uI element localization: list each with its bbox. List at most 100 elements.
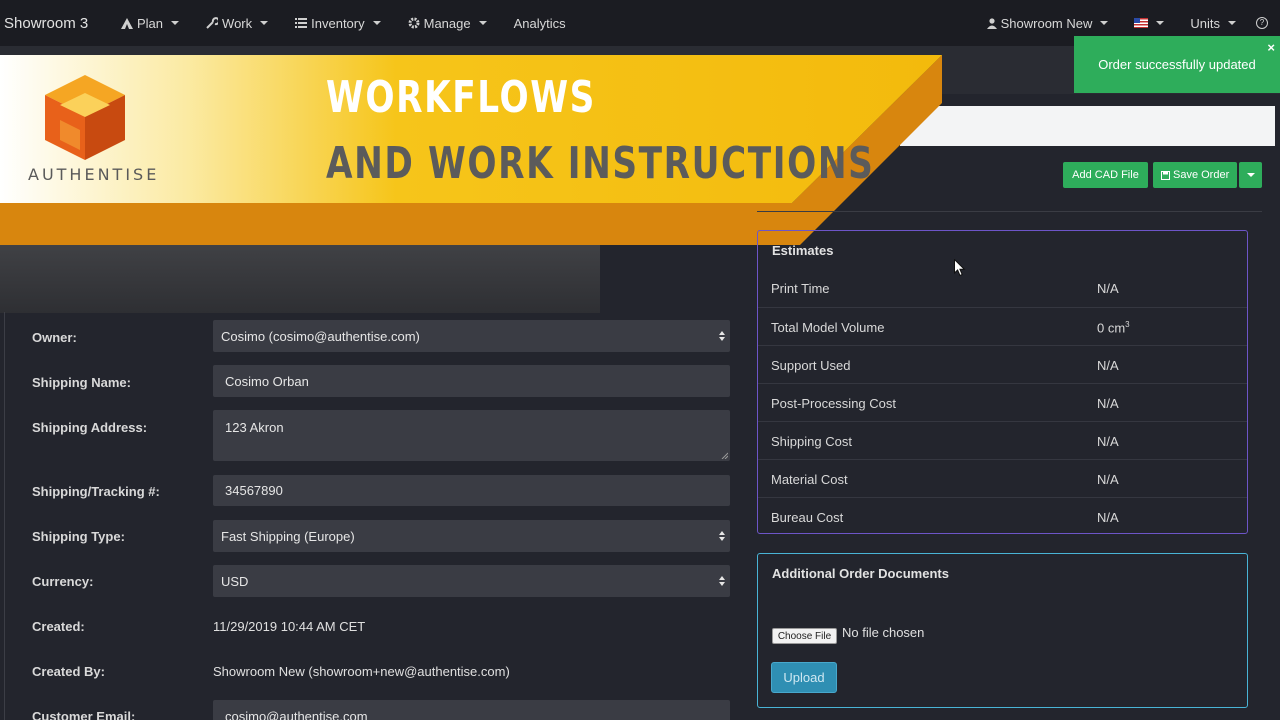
owner-label: Owner:	[32, 330, 77, 345]
banner-title: WORKFLOWS	[326, 72, 596, 123]
volume-unit-exponent: 3	[1125, 320, 1130, 329]
units-menu-label: Units	[1190, 15, 1220, 31]
tracking-input[interactable]: 34567890	[213, 475, 730, 506]
owner-select[interactable]: Cosimo (cosimo@authentise.com)	[213, 320, 730, 352]
chevron-down-icon	[1100, 21, 1109, 25]
upload-button[interactable]: Upload	[771, 662, 837, 693]
currency-label: Currency:	[32, 574, 94, 589]
shipping-address-textarea[interactable]: 123 Akron	[213, 410, 730, 461]
user-menu[interactable]: Showroom New	[986, 16, 1109, 31]
chevron-down-icon	[1228, 21, 1236, 25]
select-arrows-icon	[719, 331, 725, 341]
chevron-down-icon	[1156, 21, 1165, 25]
estimate-value: N/A	[1097, 434, 1119, 449]
list-icon	[295, 18, 308, 28]
created-value: 11/29/2019 10:44 AM CET	[213, 619, 366, 634]
documents-title: Additional Order Documents	[772, 566, 949, 581]
divider	[757, 211, 1262, 212]
estimates-panel: Estimates Print Time N/A Total Model Vol…	[757, 230, 1248, 534]
gear-icon	[408, 17, 420, 29]
estimate-row: Print Time N/A	[758, 269, 1247, 307]
toast-message: Order successfully updated	[1098, 57, 1256, 72]
select-arrows-icon	[719, 531, 725, 541]
chevron-down-icon	[372, 21, 381, 25]
page-header-bar	[900, 106, 1275, 146]
add-cad-file-button[interactable]: Add CAD File	[1063, 162, 1148, 188]
nav-work[interactable]: Work	[206, 15, 269, 31]
no-file-label: No file chosen	[842, 625, 925, 640]
brand-logo[interactable]: Showroom 3	[0, 15, 116, 32]
shipping-address-label: Shipping Address:	[32, 420, 148, 435]
nav-manage-label: Manage	[423, 15, 471, 31]
estimate-row: Total Model Volume 0 cm3	[758, 307, 1247, 345]
estimate-row: Material Cost N/A	[758, 459, 1247, 497]
estimate-label: Post-Processing Cost	[771, 396, 896, 411]
estimate-value: N/A	[1097, 358, 1119, 373]
nav-inventory-label: Inventory	[311, 15, 365, 31]
language-menu[interactable]	[1134, 18, 1165, 28]
help-icon[interactable]: ?	[1256, 17, 1268, 29]
form-border	[4, 312, 5, 720]
shipping-address-value: 123 Akron	[225, 420, 284, 435]
customer-email-input[interactable]: cosimo@authentise.com	[213, 700, 730, 720]
estimate-row: Support Used N/A	[758, 345, 1247, 383]
estimate-value: N/A	[1097, 472, 1119, 487]
save-order-dropdown-button[interactable]	[1239, 162, 1262, 188]
estimate-label: Material Cost	[771, 472, 848, 487]
units-menu[interactable]: Units	[1190, 16, 1236, 31]
save-order-button[interactable]: Save Order	[1153, 162, 1237, 188]
user-icon	[986, 17, 997, 29]
currency-value: USD	[221, 573, 249, 589]
save-order-label: Save Order	[1173, 169, 1230, 181]
nav-inventory[interactable]: Inventory	[295, 15, 381, 31]
plan-icon	[121, 17, 133, 29]
select-arrows-icon	[719, 576, 725, 586]
banner-subtitle: AND WORK INSTRUCTIONS	[326, 138, 875, 189]
chevron-down-icon	[260, 21, 269, 25]
shipping-name-label: Shipping Name:	[32, 375, 131, 390]
estimate-row: Bureau Cost N/A	[758, 497, 1247, 535]
save-icon	[1161, 170, 1170, 180]
close-icon[interactable]: ×	[1267, 40, 1275, 55]
estimate-value: N/A	[1097, 510, 1119, 525]
shipping-name-value: Cosimo Orban	[225, 373, 309, 389]
mouse-cursor-icon	[954, 259, 966, 277]
nav-analytics[interactable]: Analytics	[514, 16, 566, 31]
nav-work-label: Work	[222, 15, 253, 31]
estimate-label: Bureau Cost	[771, 510, 844, 525]
estimate-row: Shipping Cost N/A	[758, 421, 1247, 459]
us-flag-icon	[1134, 18, 1149, 28]
estimate-value: N/A	[1097, 281, 1119, 296]
banner-shadow	[0, 245, 600, 313]
shipping-type-select[interactable]: Fast Shipping (Europe)	[213, 520, 730, 552]
currency-select[interactable]: USD	[213, 565, 730, 597]
customer-email-value: cosimo@authentise.com	[225, 708, 368, 720]
resize-handle-icon[interactable]	[721, 452, 728, 459]
owner-value: Cosimo (cosimo@authentise.com)	[221, 328, 420, 344]
nav-plan-label: Plan	[137, 15, 164, 31]
nav-analytics-label: Analytics	[513, 15, 566, 31]
estimate-row: Post-Processing Cost N/A	[758, 383, 1247, 421]
estimate-value: 0 cm3	[1097, 320, 1130, 335]
estimate-label: Print Time	[771, 281, 830, 296]
created-by-label: Created By:	[32, 664, 105, 679]
logo-text: AUTHENTISE	[28, 165, 160, 184]
shipping-type-value: Fast Shipping (Europe)	[221, 528, 355, 544]
tracking-label: Shipping/Tracking #:	[32, 484, 160, 499]
customer-email-label: Customer Email:	[32, 709, 136, 720]
nav-manage[interactable]: Manage	[408, 16, 487, 31]
tracking-value: 34567890	[225, 483, 283, 498]
choose-file-button[interactable]: Choose File	[772, 628, 837, 644]
authentise-logo-icon	[45, 75, 125, 160]
nav-plan[interactable]: Plan	[121, 15, 180, 31]
volume-value: 0 cm	[1097, 320, 1126, 336]
created-by-value: Showroom New (showroom+new@authentise.co…	[213, 664, 510, 679]
shipping-name-input[interactable]: Cosimo Orban	[213, 365, 730, 397]
shipping-type-label: Shipping Type:	[32, 529, 125, 544]
created-label: Created:	[32, 619, 85, 634]
estimate-label: Shipping Cost	[771, 434, 852, 449]
chevron-down-icon	[478, 21, 487, 25]
chevron-down-icon	[171, 21, 180, 25]
success-toast: Order successfully updated ×	[1074, 36, 1280, 93]
estimate-label: Support Used	[771, 358, 851, 373]
